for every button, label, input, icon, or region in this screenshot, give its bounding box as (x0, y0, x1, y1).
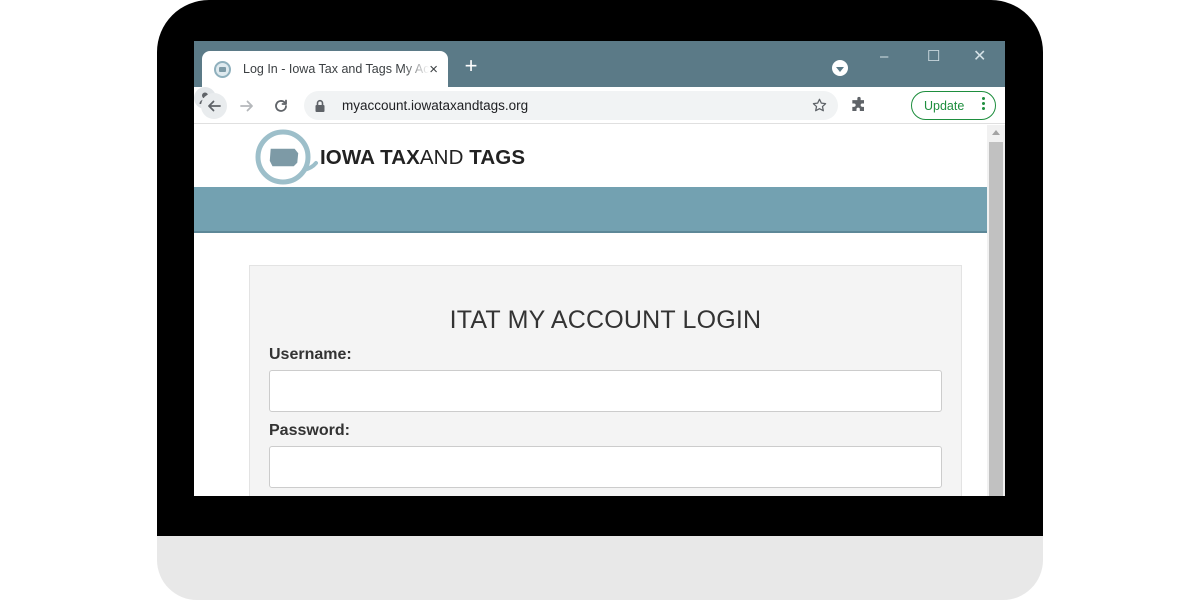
new-tab-button[interactable]: + (460, 55, 482, 77)
update-button[interactable]: Update (911, 91, 996, 120)
reload-icon (275, 99, 287, 112)
site-logo-text[interactable]: IOWA TAXAND TAGS (320, 146, 525, 170)
password-label: Password: (269, 422, 350, 439)
browser-titlebar: Log In - Iowa Tax and Tags My Account × … (194, 41, 1005, 87)
logo-text-bold-1: IOWA TAX (320, 146, 420, 169)
laptop-base (157, 536, 1043, 600)
update-label: Update (924, 98, 965, 113)
page-scrollbar[interactable] (987, 125, 1005, 496)
minimize-button[interactable]: – (880, 48, 888, 66)
tab-title: Log In - Iowa Tax and Tags My Account (243, 62, 429, 76)
iowa-favicon-icon (214, 60, 231, 78)
username-label: Username: (269, 346, 352, 363)
reload-button[interactable] (268, 93, 294, 119)
logo-text-thin: AND (419, 146, 464, 169)
tab-search-icon[interactable] (832, 60, 848, 76)
arrow-right-icon (240, 100, 253, 112)
page-viewport: IOWA TAXAND TAGS ITAT MY ACCOUNT LOGIN U… (194, 125, 1005, 496)
close-window-button[interactable]: ✕ (973, 48, 986, 66)
extensions-puzzle-icon[interactable] (849, 96, 869, 116)
browser-tab-active[interactable]: Log In - Iowa Tax and Tags My Account × (202, 51, 448, 87)
back-button[interactable] (201, 93, 227, 119)
browser-window: Log In - Iowa Tax and Tags My Account × … (194, 41, 1005, 496)
lock-icon[interactable] (314, 99, 326, 113)
logo-text-bold-2: TAGS (469, 146, 526, 169)
scroll-thumb[interactable] (989, 142, 1003, 496)
tab-close-icon[interactable]: × (429, 62, 438, 77)
scroll-up-arrow-icon[interactable] (992, 130, 1000, 135)
star-bookmark-icon[interactable] (811, 97, 828, 114)
maximize-button[interactable]: ☐ (927, 48, 940, 66)
iowa-logo-icon[interactable] (252, 128, 318, 186)
login-card: ITAT MY ACCOUNT LOGIN Username: Password… (249, 265, 962, 496)
password-input[interactable] (269, 446, 942, 488)
more-menu-icon[interactable] (982, 97, 985, 110)
forward-button[interactable] (234, 93, 260, 119)
site-header: IOWA TAXAND TAGS (194, 125, 987, 187)
username-input[interactable] (269, 370, 942, 412)
arrow-left-icon (208, 100, 221, 112)
site-nav-bar (194, 187, 987, 233)
address-url: myaccount.iowataxandtags.org (342, 98, 529, 113)
browser-toolbar: myaccount.iowataxandtags.org Update (194, 87, 1005, 124)
address-bar[interactable]: myaccount.iowataxandtags.org (304, 91, 838, 120)
login-title: ITAT MY ACCOUNT LOGIN (449, 306, 762, 334)
